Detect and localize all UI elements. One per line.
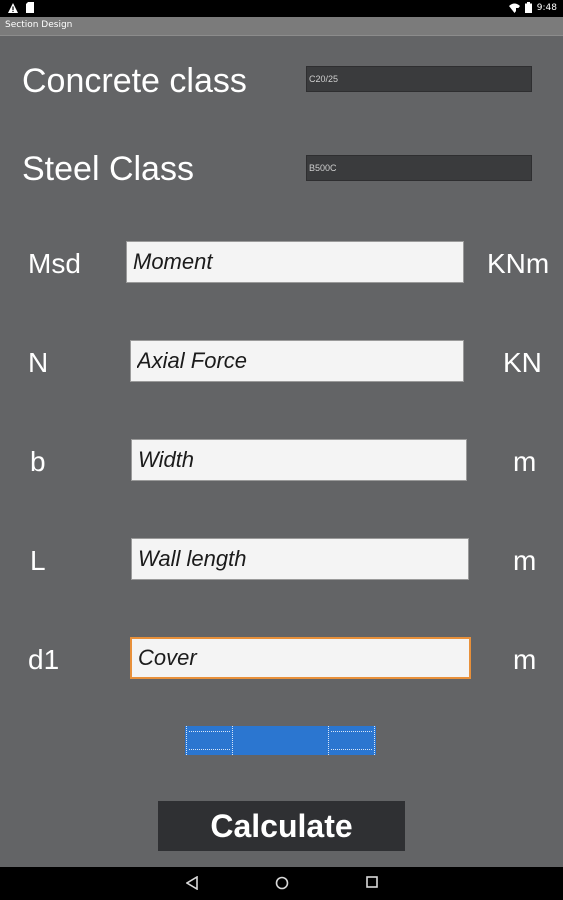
navigation-bar bbox=[0, 867, 563, 900]
width-input[interactable] bbox=[132, 440, 466, 480]
cover-input[interactable] bbox=[132, 639, 469, 677]
progress-bar bbox=[185, 726, 376, 755]
l-label: L bbox=[30, 545, 46, 576]
sd-card-icon bbox=[26, 2, 34, 13]
wall-length-unit: m bbox=[513, 545, 537, 576]
msd-label: Msd bbox=[28, 248, 81, 279]
d1-label: d1 bbox=[28, 644, 60, 675]
moment-field[interactable] bbox=[126, 241, 464, 283]
moment-input[interactable] bbox=[127, 242, 463, 282]
status-time: 9:48 bbox=[536, 2, 557, 13]
calculate-button[interactable]: Calculate bbox=[158, 801, 405, 851]
status-bar: 9:48 bbox=[0, 0, 563, 17]
battery-icon bbox=[524, 2, 532, 13]
concrete-class-value: C20/25 bbox=[309, 74, 339, 84]
cover-field[interactable] bbox=[130, 637, 471, 679]
wifi-icon bbox=[508, 3, 520, 13]
axial-force-field[interactable] bbox=[130, 340, 464, 382]
progress-dots bbox=[189, 731, 230, 750]
progress-dots bbox=[331, 731, 372, 750]
app-title: Section Design bbox=[5, 20, 73, 30]
wall-length-input[interactable] bbox=[132, 539, 468, 579]
home-icon[interactable] bbox=[275, 876, 289, 890]
wall-length-field[interactable] bbox=[131, 538, 469, 580]
axial-force-unit: KN bbox=[503, 347, 542, 378]
concrete-class-label: Concrete class bbox=[22, 62, 247, 100]
steel-class-value: B500C bbox=[309, 163, 337, 173]
width-unit: m bbox=[513, 446, 537, 477]
moment-unit: KNm bbox=[487, 248, 550, 279]
axial-force-input[interactable] bbox=[131, 341, 463, 381]
steel-class-spinner[interactable]: B500C bbox=[306, 155, 532, 181]
b-label: b bbox=[30, 446, 46, 477]
cover-unit: m bbox=[513, 644, 537, 675]
n-label: N bbox=[28, 347, 49, 378]
app-bar: Section Design bbox=[0, 17, 563, 36]
steel-class-label: Steel Class bbox=[22, 150, 194, 188]
recents-icon[interactable] bbox=[366, 876, 378, 888]
back-icon[interactable] bbox=[186, 876, 198, 890]
width-field[interactable] bbox=[131, 439, 467, 481]
warning-icon bbox=[8, 2, 18, 13]
concrete-class-spinner[interactable]: C20/25 bbox=[306, 66, 532, 92]
